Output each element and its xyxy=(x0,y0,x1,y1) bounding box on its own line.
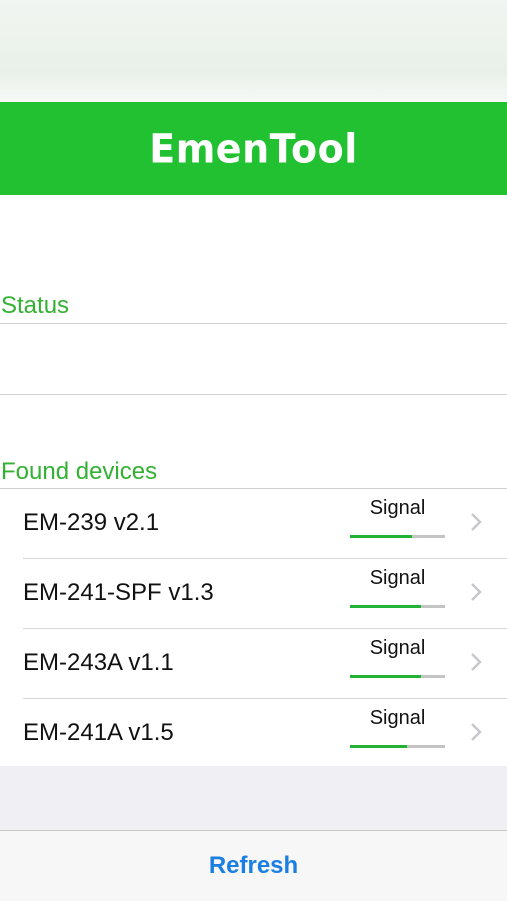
signal-bar-fill xyxy=(350,745,407,748)
signal-bar-fill xyxy=(350,675,422,678)
device-name: EM-239 v2.1 xyxy=(23,509,160,536)
chevron-right-icon xyxy=(471,723,482,741)
status-section-label: Status xyxy=(1,292,70,319)
bottom-toolbar: Refresh xyxy=(0,830,507,901)
refresh-button[interactable]: Refresh xyxy=(199,846,308,886)
chevron-right-icon xyxy=(471,513,482,531)
device-name: EM-243A v1.1 xyxy=(23,649,174,676)
signal-label: Signal xyxy=(369,637,426,659)
device-list: EM-239 v2.1 Signal EM-241-SPF v1.3 Signa… xyxy=(0,488,507,769)
found-devices-label: Found devices xyxy=(1,458,158,485)
status-bar-area xyxy=(0,0,507,102)
device-row[interactable]: EM-239 v2.1 Signal xyxy=(23,489,507,559)
signal-bar-fill xyxy=(350,535,412,538)
app-header: EmenTool xyxy=(0,102,507,195)
chevron-right-icon xyxy=(471,583,482,601)
device-row[interactable]: EM-241-SPF v1.3 Signal xyxy=(23,559,507,629)
signal-bar xyxy=(350,745,445,748)
chevron-right-icon xyxy=(471,653,482,671)
signal-bar xyxy=(350,605,445,608)
signal-bar xyxy=(350,675,445,678)
app-title: EmenTool xyxy=(149,125,358,172)
device-name: EM-241A v1.5 xyxy=(23,719,174,746)
device-row[interactable]: EM-243A v1.1 Signal xyxy=(23,629,507,699)
signal-label: Signal xyxy=(369,707,426,729)
signal-bar-fill xyxy=(350,605,422,608)
signal-label: Signal xyxy=(369,567,426,589)
signal-bar xyxy=(350,535,445,538)
status-box xyxy=(0,323,507,395)
signal-label: Signal xyxy=(369,497,426,519)
device-row[interactable]: EM-241A v1.5 Signal xyxy=(23,699,507,768)
device-name: EM-241-SPF v1.3 xyxy=(23,579,214,606)
